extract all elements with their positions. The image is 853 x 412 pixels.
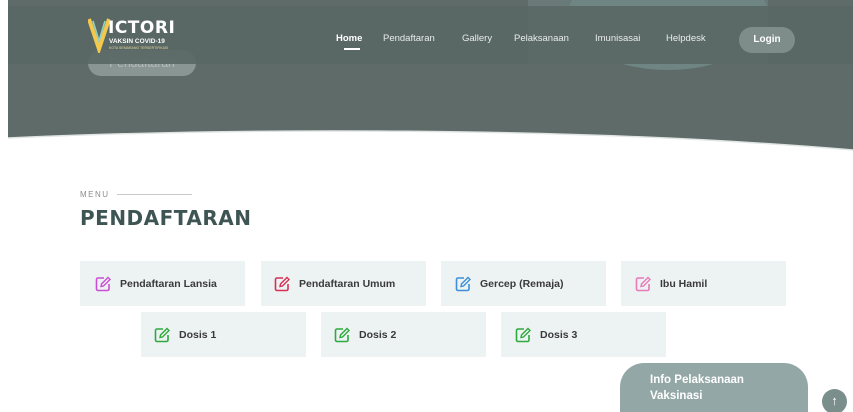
section-eyebrow: MENU	[80, 190, 110, 199]
info-pelaksanaan-button[interactable]: Info Pelaksanaan Vaksinasi	[620, 363, 808, 412]
edit-icon	[154, 327, 170, 342]
logo[interactable]: ICTORI VAKSIN COVID-19 KOTA SEMARANG TER…	[88, 15, 178, 57]
logo-subtitle: VAKSIN COVID-19	[109, 38, 165, 45]
card-label: Pendaftaran Umum	[299, 277, 396, 290]
section-title: PENDAFTARAN	[80, 206, 252, 230]
edit-icon	[635, 276, 651, 291]
card-label: Dosis 2	[359, 328, 397, 341]
card-ibu-hamil[interactable]: Ibu Hamil	[621, 261, 786, 306]
nav-pelaksanaan[interactable]: Pelaksanaan	[514, 33, 569, 44]
card-pendaftaran-umum[interactable]: Pendaftaran Umum	[261, 261, 426, 306]
scroll-top-button[interactable]: ↑	[822, 389, 847, 412]
eyebrow-divider	[117, 194, 192, 195]
navbar: ICTORI VAKSIN COVID-19 KOTA SEMARANG TER…	[8, 6, 853, 64]
login-button[interactable]: Login	[739, 27, 795, 53]
edit-icon	[95, 276, 111, 291]
card-label: Dosis 3	[540, 328, 578, 341]
arrow-up-icon: ↑	[831, 393, 838, 408]
edit-icon	[455, 276, 471, 291]
nav-gallery[interactable]: Gallery	[462, 33, 492, 44]
edit-icon	[334, 327, 350, 342]
nav-home[interactable]: Home	[336, 33, 362, 44]
nav-helpdesk[interactable]: Helpdesk	[666, 33, 706, 44]
card-label: Dosis 1	[179, 328, 217, 341]
card-label: Gercep (Remaja)	[480, 277, 564, 290]
edit-icon	[274, 276, 290, 291]
card-gercep-remaja[interactable]: Gercep (Remaja)	[441, 261, 606, 306]
info-button-line1: Info Pelaksanaan	[650, 374, 744, 386]
page: Pendaftaran ICTORI VAKSIN COVID-19 KOTA …	[0, 0, 853, 412]
card-dosis-2[interactable]: Dosis 2	[321, 312, 486, 357]
card-label: Pendaftaran Lansia	[120, 277, 217, 290]
card-dosis-1[interactable]: Dosis 1	[141, 312, 306, 357]
card-dosis-3[interactable]: Dosis 3	[501, 312, 666, 357]
logo-word: ICTORI	[108, 18, 176, 38]
logo-tagline: KOTA SEMARANG TERSERTIFIKASI	[109, 46, 169, 50]
nav-imunisasai[interactable]: Imunisasai	[595, 33, 640, 44]
info-button-line2: Vaksinasi	[650, 390, 703, 402]
logo-v-mark	[88, 18, 110, 53]
card-label: Ibu Hamil	[660, 277, 708, 290]
card-pendaftaran-lansia[interactable]: Pendaftaran Lansia	[80, 261, 245, 306]
nav-active-indicator	[344, 48, 360, 50]
edit-icon	[515, 327, 531, 342]
nav-pendaftaran[interactable]: Pendaftaran	[383, 33, 435, 44]
